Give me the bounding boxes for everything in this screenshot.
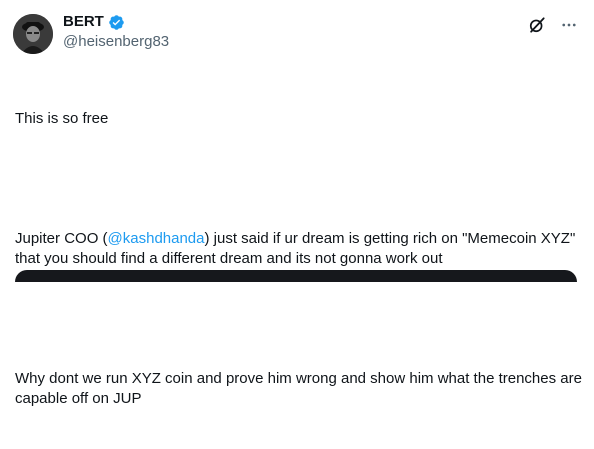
tweet-paragraph-3: Why dont we run XYZ coin and prove him w… xyxy=(15,370,587,407)
more-icon[interactable] xyxy=(558,14,580,36)
tweet-line-1: This is so free xyxy=(15,110,109,127)
avatar-image xyxy=(13,14,53,54)
author-handle[interactable]: @heisenberg83 xyxy=(63,33,169,51)
media-preview[interactable] xyxy=(15,270,577,282)
grok-icon[interactable] xyxy=(526,14,548,36)
tweet-paragraph-2: Jupiter COO (@kashdhanda) just said if u… xyxy=(15,229,585,269)
author-name-row: BERT xyxy=(63,13,125,31)
verified-badge-icon xyxy=(108,14,125,31)
display-name[interactable]: BERT xyxy=(63,13,104,31)
tweet-card: BERT @heisenberg83 This is so free Jupit… xyxy=(0,0,594,407)
tweet-text: This is so free Jupiter COO (@kashdhanda… xyxy=(15,69,585,449)
top-actions xyxy=(526,14,580,36)
tweet-p2-before: Jupiter COO ( xyxy=(15,230,108,247)
avatar[interactable] xyxy=(13,14,53,54)
mention-link[interactable]: @kashdhanda xyxy=(108,230,205,247)
